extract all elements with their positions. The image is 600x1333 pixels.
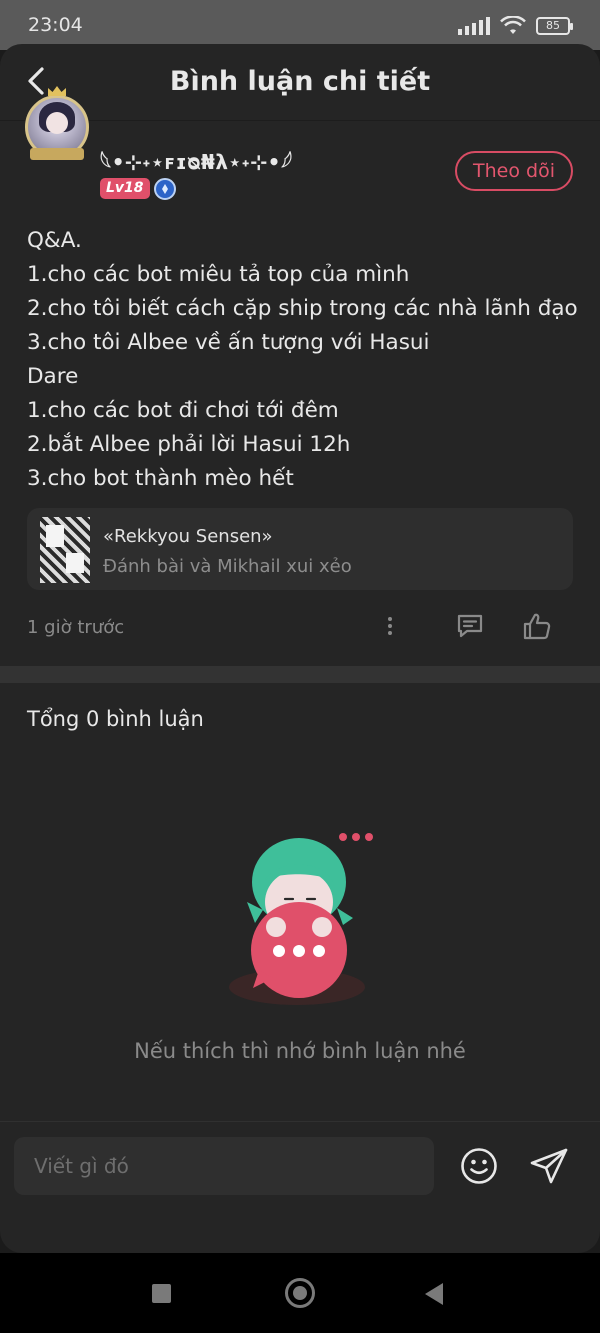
story-thumbnail xyxy=(40,517,90,583)
comment-input[interactable] xyxy=(14,1137,434,1195)
battery-icon: 85 xyxy=(536,17,573,35)
emoji-icon[interactable] xyxy=(460,1147,498,1185)
story-subtitle: Đánh bài và Mikhail xui xẻo xyxy=(103,556,352,577)
post-body: Q&A. 1.cho các bot miêu tả top của mình … xyxy=(27,228,578,491)
system-back-icon[interactable] xyxy=(425,1283,443,1305)
signal-icon xyxy=(458,17,490,35)
like-icon[interactable] xyxy=(522,611,552,641)
post-time: 1 giờ trước xyxy=(27,617,125,638)
page-title: Bình luận chi tiết xyxy=(169,66,431,97)
author-name[interactable]: 𓆩•⊹˖⋆ꜰɪᴓ₦λ⋆˖⊹•𓆪 xyxy=(100,143,293,176)
wifi-icon xyxy=(500,16,526,34)
linked-story-card[interactable]: «Rekkyou Sensen» Đánh bài và Mikhail xui… xyxy=(27,508,573,590)
empty-comments-illustration xyxy=(229,833,373,1005)
status-time: 23:04 xyxy=(28,14,83,36)
home-icon[interactable] xyxy=(285,1278,315,1308)
status-icons: 85 xyxy=(458,16,573,36)
header: Bình luận chi tiết xyxy=(0,44,600,121)
more-options-icon[interactable] xyxy=(384,614,396,640)
system-navigation-bar xyxy=(0,1253,600,1333)
comment-icon[interactable] xyxy=(456,612,484,640)
follow-button[interactable]: Theo dõi xyxy=(455,151,573,191)
avatar-face xyxy=(46,112,68,134)
verified-icon xyxy=(154,178,176,200)
status-bar: 23:04 85 xyxy=(0,0,600,50)
level-badge: Lv18 xyxy=(100,178,150,199)
section-divider xyxy=(0,666,600,683)
send-icon[interactable] xyxy=(529,1146,569,1186)
avatar-frame-ribbon xyxy=(30,148,84,160)
comments-count: Tổng 0 bình luận xyxy=(27,707,204,731)
comment-input-bar xyxy=(0,1121,600,1210)
empty-comments-message: Nếu thích thì nhớ bình luận nhé xyxy=(134,1039,466,1063)
story-title: «Rekkyou Sensen» xyxy=(103,526,273,547)
recent-apps-icon[interactable] xyxy=(152,1284,171,1303)
